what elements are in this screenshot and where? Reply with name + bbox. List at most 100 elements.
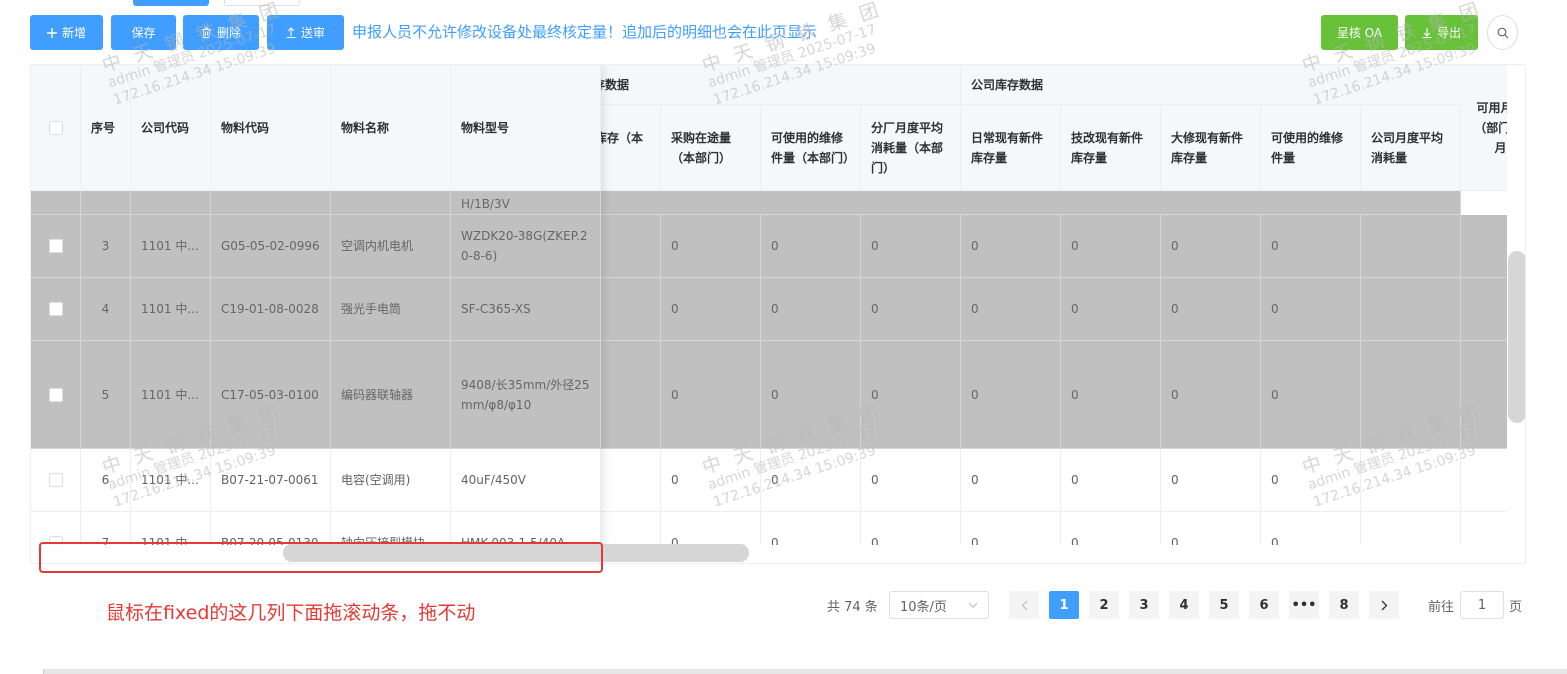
cell-tech-new-stock: 0 [1061,512,1161,545]
table-row-partial-right [561,191,1461,215]
oa-review-button-label: 呈核 OA [1336,26,1383,40]
cell-usable-repair-company: 0 [1261,278,1361,341]
cell-monthly-avg-dept: 0 [861,449,961,512]
cell-daily-new-stock: 0 [961,449,1061,512]
cell-material-model: HMK-003-1.5/40A [451,512,601,545]
pagination-page-button[interactable]: 3 [1129,591,1159,619]
cell-tech-new-stock: 0 [1061,215,1161,278]
cell-seq: 3 [81,215,131,278]
cell-overhaul-new-stock: 0 [1161,278,1261,341]
row-checkbox[interactable] [48,387,63,402]
cell-daily-new-stock: 0 [961,341,1061,449]
col-header-material-code: 物料代码 [211,65,331,191]
export-button-label: 导出 [1436,26,1461,40]
cell-material-name: 轴向压接型模块 [331,512,451,545]
top-tab-active[interactable] [133,0,209,6]
col-header-monthly-avg-dept: 分厂月度平均消耗量（本部门） [861,105,961,191]
cell-monthly-avg-dept: 0 [861,215,961,278]
select-all-cell[interactable] [31,65,81,191]
cell-material-model: WZDK20-38G(ZKEP.20-8-6) [451,215,601,278]
row-checkbox[interactable] [48,302,63,316]
cell-monthly-avg-company [1361,278,1461,341]
row-select-cell[interactable] [31,278,81,341]
cell-company-code: 1101 中... [131,512,211,545]
row-select-cell[interactable] [31,341,81,449]
table-row-partial-cell [31,191,81,215]
row-select-cell[interactable] [31,215,81,278]
notice-text: 申报人员不允许修改设备处最终核定量！追加后的明细也会在此页显示 [352,23,818,41]
pagination-prev-button[interactable] [1009,591,1039,619]
bottom-tab[interactable] [0,669,44,674]
cell-material-code: C19-01-08-0028 [211,278,331,341]
col-header-overhaul-new-stock: 大修现有新件库存量 [1161,105,1261,191]
col-header-monthly-avg-company: 公司月度平均消耗量 [1361,105,1461,191]
delete-button[interactable]: 删除 [183,15,259,50]
cell-material-name: 空调内机电机 [331,215,451,278]
vertical-scrollbar-thumb[interactable] [1508,251,1525,423]
submit-review-button[interactable]: 送审 [267,15,344,50]
trash-icon [201,27,211,38]
cell-material-name: 强光手电筒 [331,278,451,341]
pagination-page-button[interactable]: 2 [1089,591,1119,619]
cell-usable-repair-company: 0 [1261,449,1361,512]
cell-purchase-in-transit: 0 [661,278,761,341]
row-select-cell[interactable] [31,512,81,545]
cell-monthly-avg-dept: 0 [861,341,961,449]
pagination-more-button[interactable]: ••• [1289,591,1319,619]
cell-purchase-in-transit: 0 [661,341,761,449]
table-row-partial-cell [81,191,131,215]
cell-tech-new-stock: 0 [1061,278,1161,341]
col-header-seq: 序号 [81,65,131,191]
pagination-page-suffix: 页 [1509,599,1523,615]
pagination-page-button[interactable]: 1 [1049,591,1079,619]
chevron-left-icon [1021,600,1027,610]
add-button[interactable]: 新增 [30,15,103,50]
col-header-tech-new-stock: 技改现有新件库存量 [1061,105,1161,191]
col-header-material-model: 物料型号 [451,65,601,191]
pagination-page-button[interactable]: 4 [1169,591,1199,619]
cell-material-model: SF-C365-XS [451,278,601,341]
oa-review-button[interactable]: 呈核 OA [1321,15,1398,50]
col-header-purchase-in-transit: 采购在途量（本部门） [661,105,761,191]
group-header-dept-stock: 库存数据 [571,65,961,105]
cell-usable-months [1461,215,1507,278]
table-row-partial-cell [331,191,451,215]
group-header-company-stock: 公司库存数据 [961,65,1471,105]
save-button-label: 保存 [131,26,156,40]
export-button[interactable]: 导出 [1405,15,1478,50]
select-all-checkbox[interactable] [48,120,63,135]
annotation-highlight-box [39,542,603,573]
search-icon [1497,27,1508,38]
search-toggle-button[interactable] [1487,15,1518,50]
row-checkbox[interactable] [48,239,63,253]
page-size-select[interactable]: 10条/页 [889,591,989,619]
cell-overhaul-new-stock: 0 [1161,512,1261,545]
pagination-total: 共 74 条 [827,599,878,615]
material-table: 库存数据 公司库存数据 可用月数（部门）/月 新件库存（本部门） 采购在途量（本… [30,64,1526,564]
col-header-usable-repair-company: 可使用的维修件量 [1261,105,1361,191]
row-select-cell[interactable] [31,449,81,512]
cell-material-model: 9408/长35mm/外径25mm/φ8/φ10 [451,341,601,449]
fixed-columns-panel: 序号 公司代码 物料代码 物料名称 物料型号 H/1B/3V 3 1101 中..… [31,65,601,545]
top-tab[interactable] [224,0,300,6]
cell-purchase-in-transit: 0 [661,449,761,512]
pagination-page-button[interactable]: 5 [1209,591,1239,619]
cell-monthly-avg-dept: 0 [861,512,961,545]
cell-tech-new-stock: 0 [1061,449,1161,512]
cell-overhaul-new-stock: 0 [1161,341,1261,449]
cell-usable-months [1461,512,1507,545]
download-icon [1422,28,1432,38]
annotation-note: 鼠标在fixed的这几列下面拖滚动条，拖不动 [106,602,476,624]
pagination-next-button[interactable] [1369,591,1399,619]
row-checkbox[interactable] [48,473,63,487]
pagination-goto-input[interactable] [1460,591,1504,619]
pagination-page-button[interactable]: 6 [1249,591,1279,619]
cell-daily-new-stock: 0 [961,278,1061,341]
cell-monthly-avg-company [1361,215,1461,278]
cell-company-code: 1101 中... [131,449,211,512]
save-button[interactable]: 保存 [111,15,176,50]
pagination-page-button[interactable]: 8 [1329,591,1359,619]
cell-daily-new-stock: 0 [961,215,1061,278]
bottom-scrollbar[interactable] [0,669,1567,674]
table-row-partial-cell [211,191,331,215]
